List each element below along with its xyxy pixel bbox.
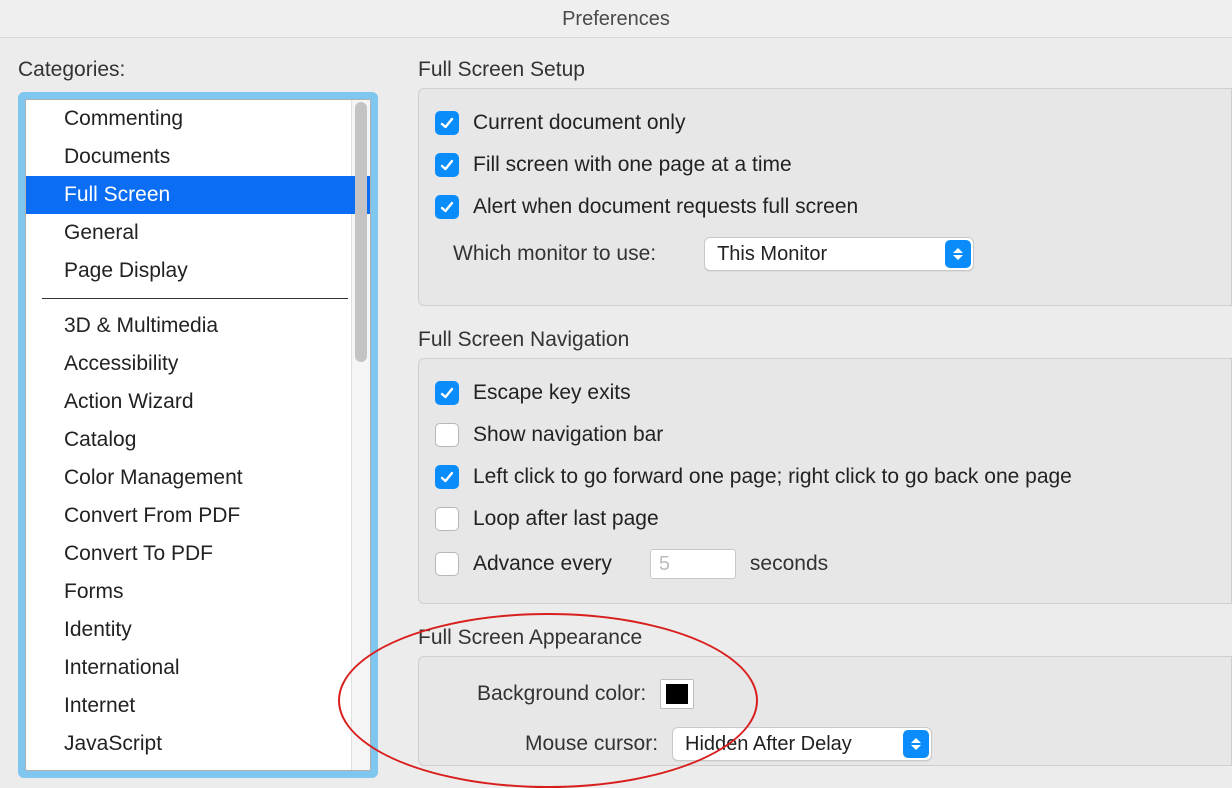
category-item[interactable]: Forms bbox=[26, 573, 370, 611]
checkbox-click-paging[interactable] bbox=[435, 465, 459, 489]
checkbox-label: Fill screen with one page at a time bbox=[473, 153, 792, 177]
category-item[interactable]: Color Management bbox=[26, 459, 370, 497]
checkbox-alert-full-screen[interactable] bbox=[435, 195, 459, 219]
category-item[interactable]: General bbox=[26, 214, 370, 252]
mouse-cursor-label: Mouse cursor: bbox=[525, 732, 658, 756]
checkbox-label: Current document only bbox=[473, 111, 685, 135]
up-down-arrows-icon bbox=[903, 730, 929, 758]
checkbox-fill-screen[interactable] bbox=[435, 153, 459, 177]
category-item-selected[interactable]: Full Screen bbox=[26, 176, 370, 214]
appearance-panel: Background color: Mouse cursor: Hidden A… bbox=[418, 656, 1232, 766]
checkbox-loop[interactable] bbox=[435, 507, 459, 531]
category-item[interactable]: Documents bbox=[26, 138, 370, 176]
category-divider bbox=[42, 298, 348, 299]
section-title-appearance: Full Screen Appearance bbox=[418, 626, 1232, 650]
category-item[interactable]: 3D & Multimedia bbox=[26, 307, 370, 345]
category-item[interactable]: Convert From PDF bbox=[26, 497, 370, 535]
monitor-label: Which monitor to use: bbox=[453, 242, 656, 266]
category-item[interactable]: Action Wizard bbox=[26, 383, 370, 421]
advance-seconds-input[interactable]: 5 bbox=[650, 549, 736, 579]
scrollbar-thumb[interactable] bbox=[355, 102, 367, 362]
select-value: Hidden After Delay bbox=[685, 733, 852, 756]
mouse-cursor-select[interactable]: Hidden After Delay bbox=[672, 727, 932, 761]
checkbox-current-document-only[interactable] bbox=[435, 111, 459, 135]
category-item[interactable]: Page Display bbox=[26, 252, 370, 290]
checkbox-show-nav-bar[interactable] bbox=[435, 423, 459, 447]
category-item[interactable]: Internet bbox=[26, 687, 370, 725]
category-item[interactable]: Catalog bbox=[26, 421, 370, 459]
category-listbox-wrap: Commenting Documents Full Screen General… bbox=[18, 92, 378, 778]
swatch-color bbox=[666, 684, 688, 704]
seconds-label: seconds bbox=[750, 552, 828, 576]
window-title: Preferences bbox=[0, 0, 1232, 38]
category-listbox[interactable]: Commenting Documents Full Screen General… bbox=[25, 99, 371, 771]
background-color-label: Background color: bbox=[477, 682, 646, 706]
checkbox-label: Loop after last page bbox=[473, 507, 659, 531]
navigation-panel: Escape key exits Show navigation bar Lef… bbox=[418, 358, 1232, 604]
section-title-navigation: Full Screen Navigation bbox=[418, 328, 1232, 352]
checkbox-label: Alert when document requests full screen bbox=[473, 195, 858, 219]
checkbox-escape-exits[interactable] bbox=[435, 381, 459, 405]
category-item[interactable]: Identity bbox=[26, 611, 370, 649]
category-item[interactable]: Convert To PDF bbox=[26, 535, 370, 573]
up-down-arrows-icon bbox=[945, 240, 971, 268]
category-item[interactable]: Commenting bbox=[26, 100, 370, 138]
background-color-swatch[interactable] bbox=[660, 679, 694, 709]
checkbox-label: Escape key exits bbox=[473, 381, 631, 405]
checkbox-label: Advance every bbox=[473, 552, 612, 576]
category-item[interactable]: Accessibility bbox=[26, 345, 370, 383]
checkbox-label: Left click to go forward one page; right… bbox=[473, 465, 1072, 489]
categories-label: Categories: bbox=[18, 58, 378, 82]
category-item[interactable]: JavaScript bbox=[26, 725, 370, 763]
select-value: This Monitor bbox=[717, 243, 827, 266]
checkbox-advance-every[interactable] bbox=[435, 552, 459, 576]
category-item[interactable]: International bbox=[26, 649, 370, 687]
monitor-select[interactable]: This Monitor bbox=[704, 237, 974, 271]
checkbox-label: Show navigation bar bbox=[473, 423, 663, 447]
section-title-setup: Full Screen Setup bbox=[418, 58, 1232, 82]
setup-panel: Current document only Fill screen with o… bbox=[418, 88, 1232, 306]
